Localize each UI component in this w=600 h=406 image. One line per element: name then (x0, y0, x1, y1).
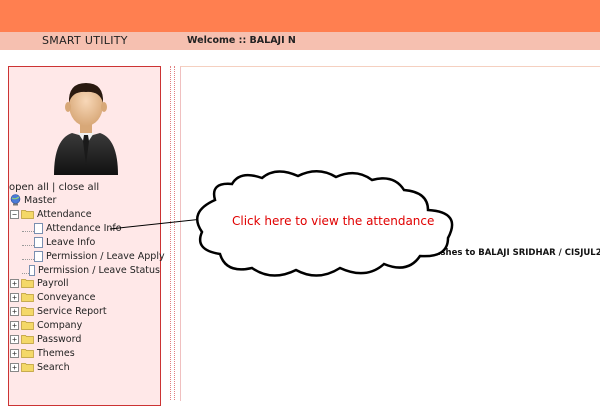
tree-connector (22, 267, 29, 274)
page-icon (34, 236, 43, 248)
tree-item-label: Payroll (37, 277, 69, 289)
tree-item-label: Service Report (37, 305, 107, 317)
tree-item-payroll[interactable]: + Payroll (10, 276, 69, 290)
link-separator: | (52, 182, 56, 193)
main-content (180, 66, 600, 401)
folder-open-icon (21, 210, 34, 219)
birthday-message: Birth day wishes to BALAJI SRIDHAR / CIS… (383, 248, 600, 258)
tree-item-conveyance[interactable]: + Conveyance (10, 290, 95, 304)
top-banner (0, 0, 600, 32)
globe-icon (10, 194, 21, 206)
tree-item-label: Conveyance (37, 291, 96, 303)
folder-icon (21, 335, 34, 344)
welcome-message: Welcome :: BALAJI N (187, 35, 296, 46)
tree-item-label: Master (24, 194, 57, 206)
tree-item-label: Search (37, 361, 70, 373)
tree-item-search[interactable]: + Search (10, 360, 70, 374)
tree-item-service-report[interactable]: + Service Report (10, 304, 107, 318)
panel-divider[interactable] (170, 66, 175, 400)
tree-connector (22, 239, 34, 246)
tree-item-label: Themes (37, 347, 75, 359)
tree-item-company[interactable]: + Company (10, 318, 82, 332)
tree-item-label: Permission / Leave Status (37, 264, 160, 276)
open-all-link[interactable]: open all (9, 182, 49, 193)
tree-item-themes[interactable]: + Themes (10, 346, 75, 360)
expand-icon[interactable]: + (10, 334, 19, 344)
tree-item-password[interactable]: + Password (10, 332, 81, 346)
folder-icon (21, 349, 34, 358)
tree-item-attendance-info[interactable]: Attendance Info (22, 221, 122, 235)
tree-item-label: Company (37, 319, 83, 331)
page-icon (34, 222, 43, 234)
tree-connector (22, 225, 34, 232)
expand-icon[interactable]: + (10, 362, 19, 372)
tree-item-permission-leave-apply[interactable]: Permission / Leave Apply (22, 249, 165, 263)
tree-item-permission-leave-status[interactable]: Permission / Leave Status (22, 263, 160, 277)
expand-icon[interactable]: + (10, 320, 19, 330)
page-icon (34, 250, 43, 262)
callout-text: Click here to view the attendance (232, 214, 435, 228)
tree-item-label: Permission / Leave Apply (46, 250, 165, 262)
expand-icon[interactable]: + (10, 292, 19, 302)
tree-item-label: Attendance Info (46, 222, 122, 234)
tree-toggle-links: open all | close all (9, 182, 99, 193)
close-all-link[interactable]: close all (59, 182, 100, 193)
tree-item-attendance[interactable]: − Attendance (10, 207, 92, 221)
folder-icon (21, 279, 34, 288)
app-title: SMART UTILITY (42, 34, 128, 47)
folder-icon (21, 363, 34, 372)
tree-item-label: Password (37, 333, 82, 345)
tree-connector (22, 253, 34, 260)
tree-item-label: Leave Info (46, 236, 96, 248)
expand-icon[interactable]: + (10, 278, 19, 288)
expand-icon[interactable]: + (10, 306, 19, 316)
folder-icon (21, 293, 34, 302)
user-avatar-icon (54, 83, 118, 175)
tree-item-leave-info[interactable]: Leave Info (22, 235, 95, 249)
tree-item-label: Attendance (37, 208, 92, 220)
page-icon (28, 264, 35, 276)
folder-icon (21, 307, 34, 316)
expand-icon[interactable]: + (10, 348, 19, 358)
collapse-icon[interactable]: − (10, 209, 19, 219)
tree-item-master[interactable]: Master (10, 193, 56, 207)
folder-icon (21, 321, 34, 330)
